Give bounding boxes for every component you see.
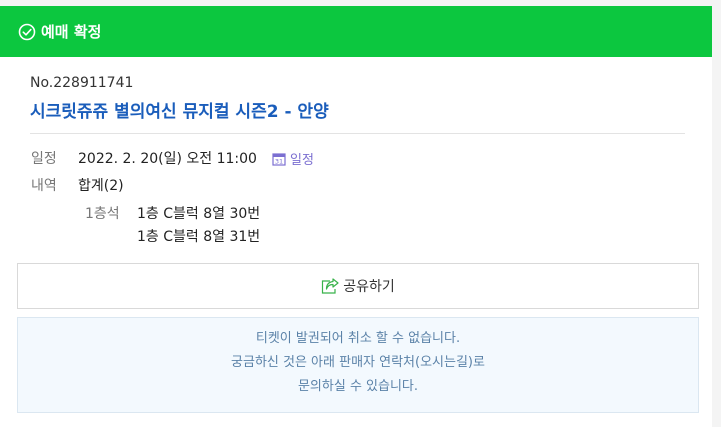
notice-line: 문의하실 수 있습니다. bbox=[297, 379, 419, 394]
show-title[interactable]: 시크릿쥬쥬 별의여신 뮤지컬 시즌2 - 안양 bbox=[30, 97, 329, 122]
detail-label: 내역 bbox=[31, 178, 57, 194]
notice-box: 티켓이 발권되어 취소 할 수 없습니다. 궁금하신 것은 아래 판매자 연락처… bbox=[17, 317, 699, 413]
page-gutter bbox=[712, 57, 721, 427]
order-number: No.228911741 bbox=[30, 75, 134, 91]
calendar-link-label: 일정 bbox=[290, 153, 314, 168]
seat-item: 1층 C블럭 8열 31번 bbox=[137, 229, 261, 245]
confirmation-header: 예매 확정 bbox=[0, 6, 712, 57]
share-button-label: 공유하기 bbox=[343, 279, 395, 295]
booking-card: No.228911741 시크릿쥬쥬 별의여신 뮤지컬 시즌2 - 안양 일정 … bbox=[0, 57, 712, 427]
seat-grade: 1층석 bbox=[85, 206, 120, 222]
detail-value: 합계(2) bbox=[78, 178, 124, 194]
share-button[interactable]: 공유하기 bbox=[17, 263, 699, 309]
calendar-icon: 31 bbox=[272, 152, 286, 166]
share-icon bbox=[322, 278, 339, 294]
check-circle-icon bbox=[18, 23, 36, 40]
page: 예매 확정 No.228911741 시크릿쥬쥬 별의여신 뮤지컬 시즌2 - … bbox=[0, 0, 721, 427]
divider bbox=[30, 133, 685, 134]
date-label: 일정 bbox=[31, 151, 57, 167]
svg-text:31: 31 bbox=[275, 157, 283, 165]
notice-line: 궁금하신 것은 아래 판매자 연락처(오시는길)로 bbox=[231, 355, 485, 370]
date-value: 2022. 2. 20(일) 오전 11:00 bbox=[78, 151, 257, 167]
header-title: 예매 확정 bbox=[41, 23, 102, 41]
notice-line: 티켓이 발권되어 취소 할 수 없습니다. bbox=[255, 331, 461, 346]
seat-item: 1층 C블럭 8열 30번 bbox=[137, 206, 261, 222]
add-calendar-link[interactable]: 31 일정 bbox=[272, 149, 314, 168]
